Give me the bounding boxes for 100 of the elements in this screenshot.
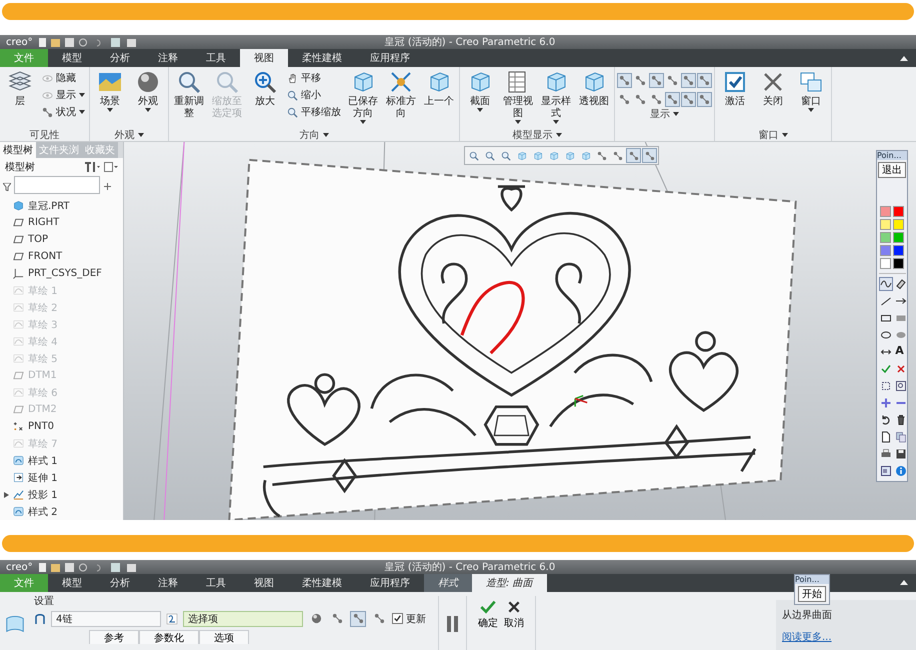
ribbon-tab[interactable]: 模型 [48, 574, 96, 592]
ribbon-tab[interactable]: 视图 [240, 49, 288, 67]
color-swatch[interactable] [880, 206, 891, 217]
collapse-icon[interactable] [900, 580, 908, 586]
info-icon[interactable] [894, 464, 908, 478]
ribbon-tab[interactable]: 注释 [144, 574, 192, 592]
color-swatch[interactable] [880, 219, 891, 230]
tools-icon[interactable] [84, 162, 100, 172]
display-toggle-button[interactable] [681, 92, 696, 107]
read-more-link[interactable]: 阅读更多... [782, 630, 910, 644]
ribbon-button[interactable]: 显示样式 [538, 69, 574, 125]
color-swatch[interactable] [880, 232, 891, 243]
quick-access-icons[interactable] [38, 38, 139, 46]
ribbon-tab[interactable]: 工具 [192, 49, 240, 67]
ribbon-button[interactable]: 管理视图 [500, 69, 536, 125]
tree-item[interactable]: 投影 1 [0, 486, 58, 503]
ribbon-button[interactable]: 重新调整 [171, 69, 207, 121]
chain-field[interactable]: 4链 [51, 610, 161, 627]
display-toggle-button[interactable] [665, 73, 680, 88]
ribbon-button[interactable]: 关闭 [755, 69, 791, 109]
page-icon[interactable] [104, 162, 118, 172]
expand-arrow-icon[interactable] [4, 492, 9, 498]
color-swatch[interactable] [880, 258, 891, 269]
display-toggle-button[interactable] [617, 92, 632, 107]
check-icon[interactable] [878, 362, 892, 376]
eraser-icon[interactable] [894, 277, 908, 291]
ribbon-tab[interactable]: 柔性建模 [288, 574, 356, 592]
tree-item[interactable]: 皇冠.PRT [0, 197, 70, 214]
display-toggle-button[interactable] [617, 73, 632, 88]
display-toggle-button[interactable] [649, 92, 664, 107]
tree-item[interactable]: 延伸 1 [0, 469, 58, 486]
ribbon-button[interactable]: 上一个 [421, 69, 457, 109]
filter-icon[interactable] [3, 182, 11, 190]
display-toggle-button[interactable] [649, 73, 664, 88]
display-toggle-button[interactable] [697, 73, 712, 88]
view-toolbar-button[interactable] [642, 148, 657, 163]
ribbon-tab[interactable]: 应用程序 [356, 49, 424, 67]
selection-field[interactable]: 选择项 [183, 610, 303, 627]
color-swatch[interactable] [893, 258, 904, 269]
tree-item[interactable]: PRT_CSYS_DEF [0, 265, 102, 282]
window-icon[interactable] [878, 464, 892, 478]
display-toggle-button[interactable] [633, 92, 648, 107]
tree-item[interactable]: FRONT [0, 248, 62, 265]
pause-icon[interactable] [447, 616, 458, 632]
color-swatch[interactable] [893, 219, 904, 230]
ribbon-button[interactable]: 标准方向 [383, 69, 419, 121]
ribbon-tab[interactable]: 模型 [48, 49, 96, 67]
display-toggle-button[interactable] [665, 92, 680, 107]
ribbon-button[interactable]: 已保存方向 [345, 69, 381, 125]
display-toggle-button[interactable] [697, 92, 712, 107]
ribbon-tab[interactable]: 应用程序 [356, 574, 424, 592]
ribbon-button[interactable]: 场景 [92, 69, 128, 113]
panel-tab[interactable]: 模型树 [0, 142, 36, 158]
cancel-button[interactable]: 取消 [501, 592, 527, 650]
color-swatch[interactable] [893, 206, 904, 217]
ribbon-tab[interactable]: 分析 [96, 49, 144, 67]
text-tool[interactable]: A [894, 345, 906, 359]
ribbon-tab[interactable]: 注释 [144, 49, 192, 67]
ribbon-tab[interactable]: 柔性建模 [288, 49, 356, 67]
exit-button[interactable]: 退出 [878, 162, 906, 178]
plus-icon[interactable] [878, 396, 892, 410]
color-swatch[interactable] [893, 232, 904, 243]
ribbon-tab[interactable]: 视图 [240, 574, 288, 592]
save-icon[interactable] [894, 447, 908, 461]
zoom-icon[interactable] [894, 379, 908, 393]
display-toggle-button[interactable] [633, 73, 648, 88]
sub-tab[interactable]: 参数化 [139, 630, 199, 644]
tree-item[interactable]: 样式 2 [0, 503, 58, 520]
sub-tab[interactable]: 选项 [199, 630, 249, 644]
tree-item[interactable]: 样式 1 [0, 452, 58, 469]
ribbon-tab[interactable]: 分析 [96, 574, 144, 592]
update-checkbox[interactable]: 更新 [392, 612, 426, 626]
ribbon-button[interactable]: 窗口 [793, 69, 829, 113]
ribbon-button[interactable]: 透视图 [576, 69, 612, 109]
ribbon-button[interactable]: 平移缩放 [285, 105, 343, 119]
view-toolbar-button[interactable] [626, 148, 641, 163]
tree-item[interactable]: TOP [0, 231, 48, 248]
tree-item[interactable]: RIGHT [0, 214, 60, 231]
confirm-button[interactable]: 确定 [475, 592, 501, 650]
plus-icon[interactable] [104, 183, 111, 190]
ribbon-button[interactable]: 缩小 [285, 88, 343, 102]
ribbon-tab[interactable]: 样式 [424, 574, 472, 592]
display-toggle-button[interactable] [681, 73, 696, 88]
quick-access-icons[interactable] [38, 562, 139, 572]
ribbon-button[interactable]: 层 [2, 69, 38, 109]
option-toggle-button[interactable] [350, 610, 366, 627]
ribbon-button[interactable]: 外观 [130, 69, 166, 113]
ribbon-tab[interactable]: 工具 [192, 574, 240, 592]
ribbon-tab[interactable]: 造型: 曲面 [472, 574, 547, 592]
ribbon-button[interactable]: 状况 [40, 105, 87, 119]
color-swatch[interactable] [880, 245, 891, 256]
ribbon-button[interactable]: 截面 [462, 69, 498, 113]
ribbon-button[interactable]: 平移 [285, 71, 343, 85]
ribbon-button[interactable]: 放大 [247, 69, 283, 109]
ribbon-button[interactable]: 激活 [717, 69, 753, 109]
color-swatch[interactable] [893, 245, 904, 256]
collapse-icon[interactable] [900, 56, 908, 60]
sub-tab[interactable]: 参考 [89, 630, 139, 644]
start-button[interactable]: 开始 [798, 586, 826, 602]
tree-item[interactable]: PNT0 [0, 418, 54, 435]
